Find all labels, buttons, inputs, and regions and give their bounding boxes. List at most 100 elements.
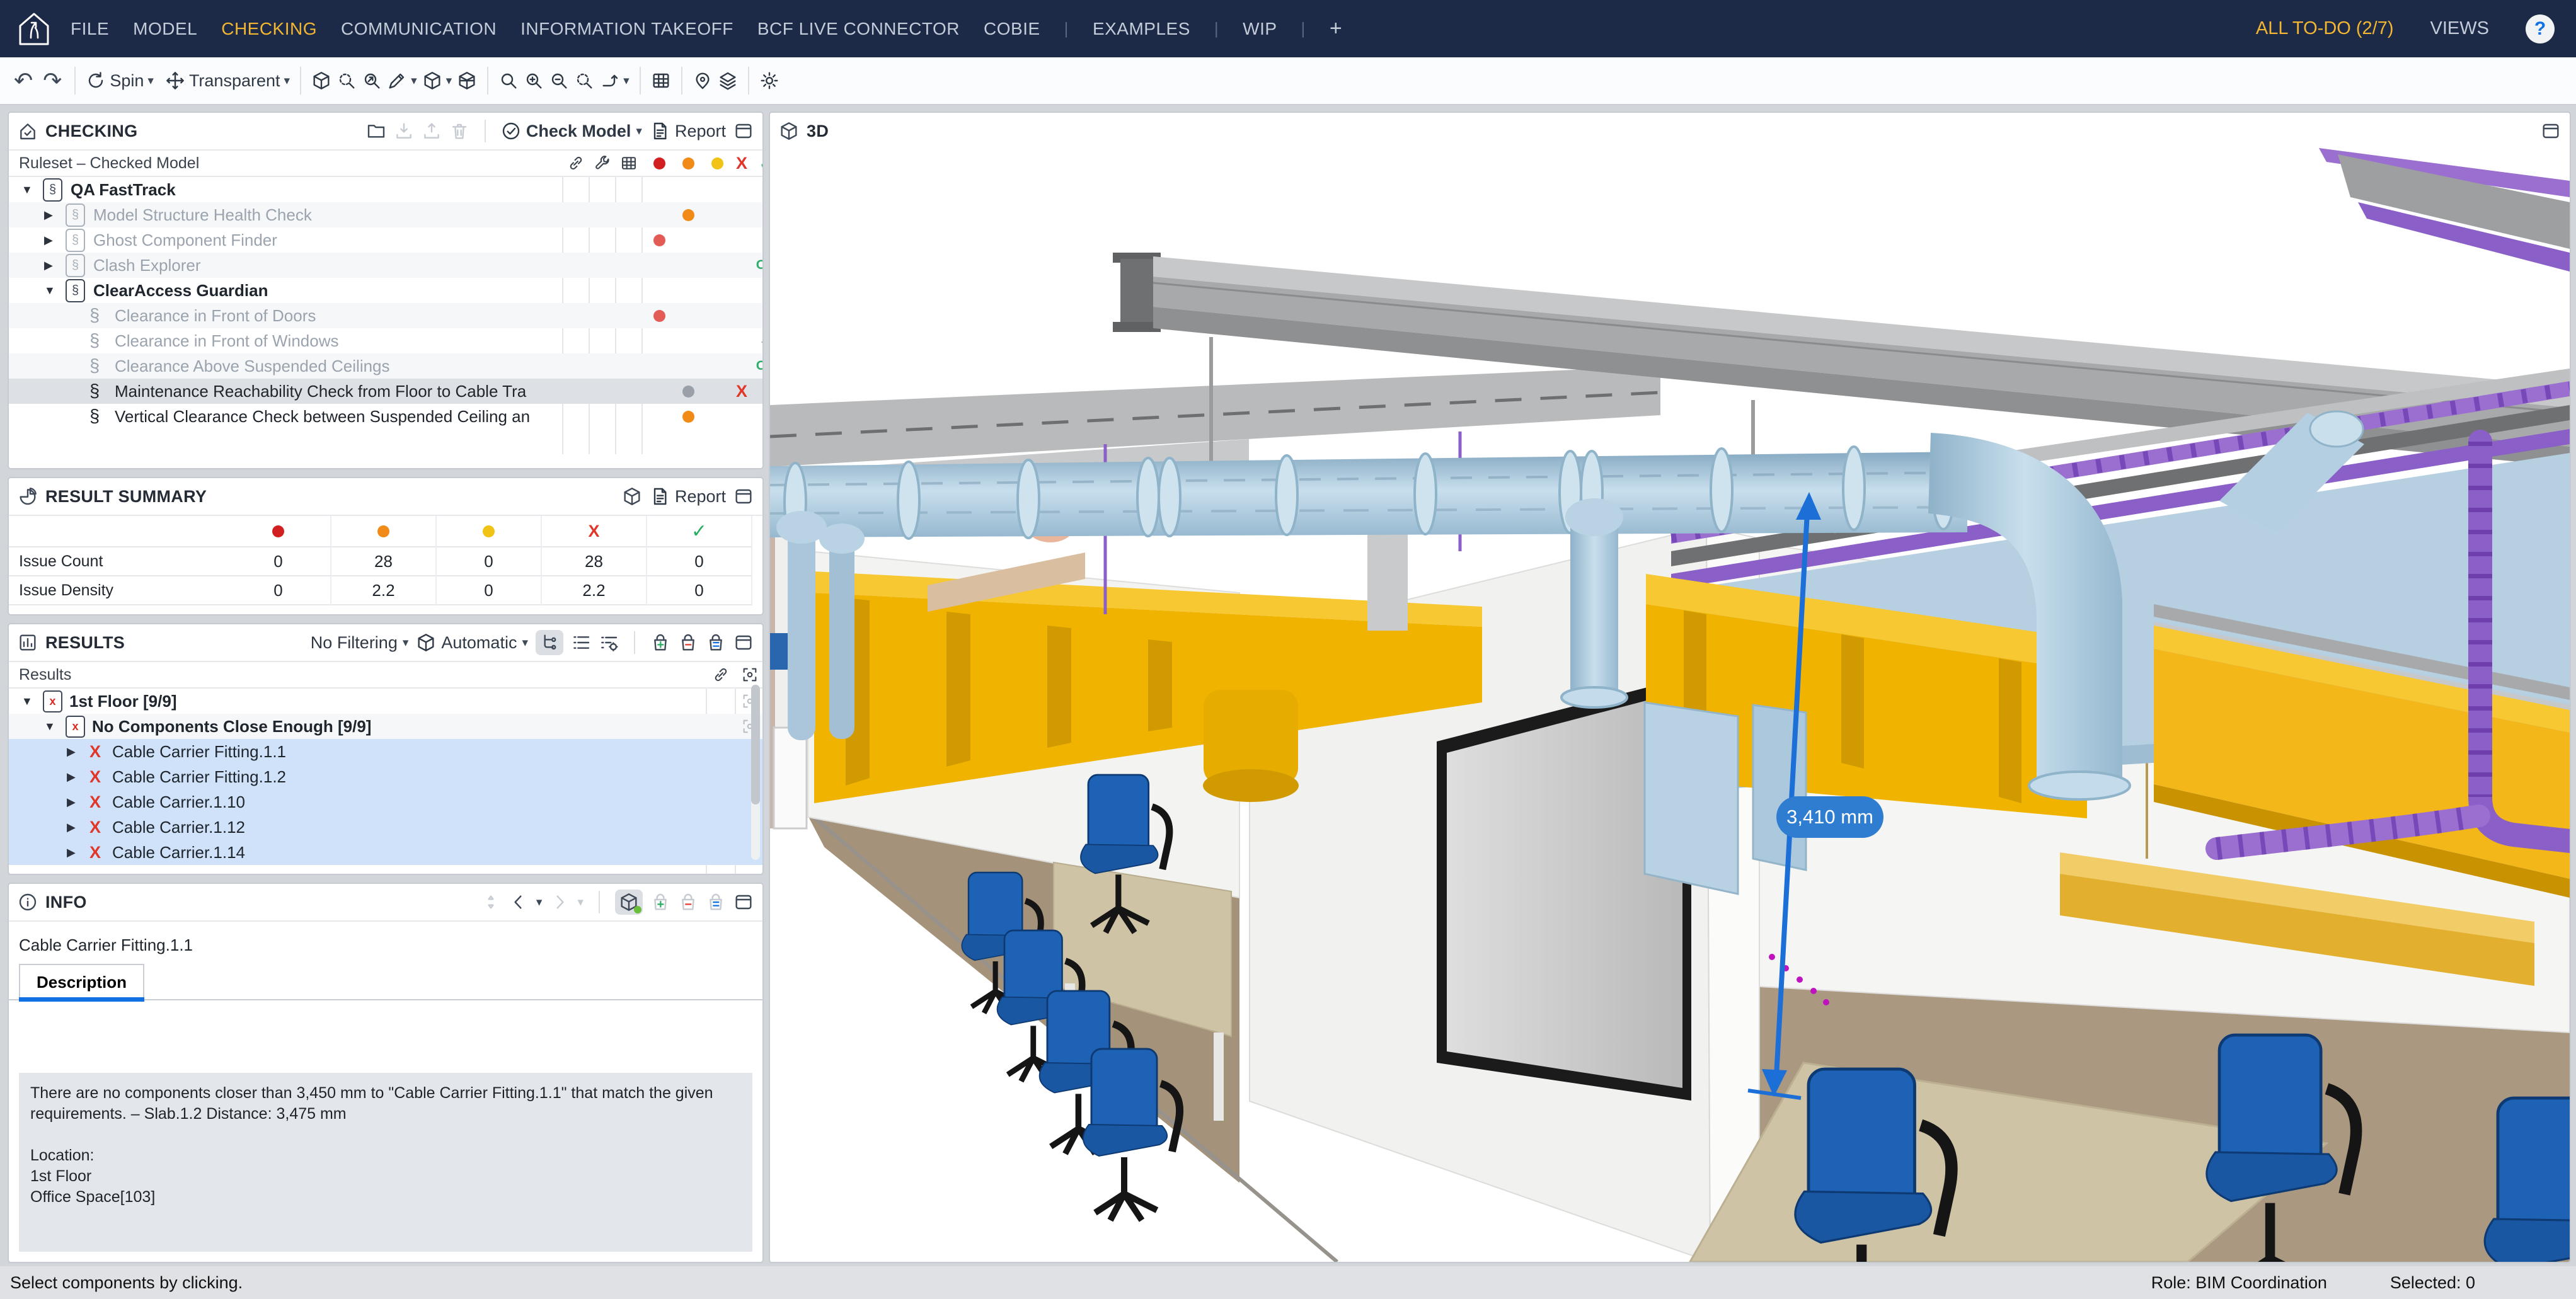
undo-button[interactable]: ↶ <box>9 67 38 94</box>
panel-title: RESULTS <box>45 633 125 653</box>
menu-file[interactable]: FILE <box>71 19 109 39</box>
zoom-extents-button[interactable] <box>498 71 519 91</box>
view-toolbar: ↶ ↷ Spin▾ Transparent▾ ▾ ▾ ▾ <box>0 57 2576 105</box>
result-item-row[interactable]: ▶XCable Carrier.1.14 <box>9 840 762 865</box>
delete-icon[interactable] <box>449 121 469 141</box>
remove-from-basket-button[interactable]: − <box>678 632 698 653</box>
results-panel: RESULTS No Filtering▾ Automatic▾ + − = R… <box>8 623 764 875</box>
import-icon[interactable] <box>394 121 414 141</box>
panel-layout-icon[interactable] <box>733 632 754 653</box>
help-button[interactable]: ? <box>2526 14 2555 43</box>
link-column-icon[interactable] <box>567 154 585 172</box>
zoom-out-button[interactable] <box>549 71 569 91</box>
rule-row[interactable]: ▶§Clash ExplorerOK <box>9 253 762 278</box>
report-button[interactable]: Report <box>650 121 726 141</box>
add-to-basket-button[interactable]: + <box>650 632 670 653</box>
storey-view-button[interactable] <box>651 71 671 91</box>
cell: 0 <box>647 576 752 605</box>
add-to-basket-button[interactable]: + <box>650 892 670 912</box>
rule-row[interactable]: §Clearance Above Suspended CeilingsOK <box>9 353 762 379</box>
open-ruleset-icon[interactable] <box>366 121 386 141</box>
menu-cobie[interactable]: COBIE <box>984 19 1040 39</box>
focus-column-icon[interactable] <box>741 666 759 684</box>
markup-pen-button[interactable]: ▾ <box>387 71 417 91</box>
result-item-row[interactable]: ▶XCable Carrier Fitting.1.2 <box>9 764 762 789</box>
panel-layout-icon[interactable] <box>733 121 754 141</box>
previous-icon[interactable] <box>509 892 529 912</box>
next-icon[interactable] <box>549 892 570 912</box>
views-button[interactable]: VIEWS <box>2430 18 2489 39</box>
panel-layout-icon[interactable] <box>733 486 754 506</box>
menu-wip[interactable]: WIP <box>1243 19 1277 39</box>
panel-title: CHECKING <box>45 122 137 141</box>
list-settings-icon[interactable] <box>599 632 619 653</box>
cell: 28 <box>331 547 437 576</box>
check-model-button[interactable]: Check Model▾ <box>501 121 642 141</box>
menu-communication[interactable]: COMMUNICATION <box>341 19 497 39</box>
rule-row[interactable]: ▼§ClearAccess Guardian <box>9 278 762 303</box>
rule-row[interactable]: §Clearance in Front of Windows– <box>9 328 762 353</box>
results-icon <box>18 632 38 653</box>
row-label: Issue Count <box>9 547 226 576</box>
redo-button[interactable]: ↷ <box>38 67 67 94</box>
top-menu-bar: FILE MODEL CHECKING COMMUNICATION INFORM… <box>0 0 2576 57</box>
result-group-row[interactable]: ▼xNo Components Close Enough [9/9] <box>9 714 762 739</box>
grouping-dropdown[interactable]: Automatic▾ <box>416 632 528 653</box>
set-basket-button[interactable]: = <box>706 632 726 653</box>
zoom-selection-button[interactable] <box>574 71 594 91</box>
export-icon[interactable] <box>422 121 442 141</box>
row-label: Issue Density <box>9 576 226 605</box>
show-in-3d-icon[interactable] <box>622 486 642 506</box>
rule-row[interactable]: §Vertical Clearance Check between Suspen… <box>9 404 762 429</box>
hide-component-button[interactable] <box>336 71 357 91</box>
layers-button[interactable] <box>718 71 738 91</box>
info-panel: INFO ▾ ▾ + − = Cable Carrier Fitting.1.1… <box>8 883 764 1263</box>
panel-layout-icon[interactable] <box>2541 121 2561 141</box>
rule-row[interactable]: §Clearance in Front of Doors <box>9 303 762 328</box>
menu-checking[interactable]: CHECKING <box>221 19 317 39</box>
menu-information-takeoff[interactable]: INFORMATION TAKEOFF <box>520 19 733 39</box>
rule-row[interactable]: ▼§QA FastTrack <box>9 177 762 202</box>
spin-mode-button[interactable]: Spin▾ <box>86 71 154 91</box>
results-scrollbar[interactable] <box>751 685 760 860</box>
walk-mode-button[interactable]: ▾ <box>599 71 630 91</box>
result-item-row[interactable]: ▶XCable Carrier.1.12 <box>9 815 762 840</box>
report-button[interactable]: Report <box>650 486 726 506</box>
sort-icon[interactable] <box>481 892 501 912</box>
tab-description[interactable]: Description <box>19 964 144 999</box>
grid-column-icon[interactable] <box>620 154 638 172</box>
rule-row-selected[interactable]: §Maintenance Reachability Check from Flo… <box>9 379 762 404</box>
menu-add-tab-button[interactable]: + <box>1330 16 1342 41</box>
show-all-button[interactable] <box>311 71 331 91</box>
3d-viewport[interactable]: 3,410 mm <box>770 148 2570 1262</box>
result-item-row[interactable]: ▶XCable Carrier Fitting.1.1 <box>9 739 762 764</box>
wrench-column-icon[interactable] <box>594 154 611 172</box>
highlight-in-3d-toggle[interactable] <box>615 890 643 915</box>
3d-settings-button[interactable] <box>759 71 779 91</box>
view-cube-button[interactable]: ▾ <box>422 71 452 91</box>
all-todo-counter[interactable]: ALL TO-DO (2/7) <box>2256 18 2394 39</box>
severity-yellow-icon <box>711 157 723 169</box>
rule-row[interactable]: ▶§Ghost Component Finder <box>9 227 762 253</box>
previous-dropdown-icon[interactable]: ▾ <box>536 895 543 910</box>
rule-row[interactable]: ▶§Model Structure Health Check <box>9 202 762 227</box>
filtering-dropdown[interactable]: No Filtering▾ <box>311 633 409 653</box>
menu-model[interactable]: MODEL <box>133 19 197 39</box>
locate-pin-button[interactable] <box>693 71 713 91</box>
list-view-toggle[interactable] <box>571 632 591 653</box>
tree-view-toggle[interactable] <box>536 630 563 655</box>
menu-bcf-live-connector[interactable]: BCF LIVE CONNECTOR <box>757 19 960 39</box>
remove-from-basket-button[interactable]: − <box>678 892 698 912</box>
section-box-button[interactable] <box>457 71 477 91</box>
isolate-button[interactable] <box>362 71 382 91</box>
result-summary-panel: RESULT SUMMARY Report X ✓ Issue Count 0 … <box>8 477 764 615</box>
result-item-row[interactable]: ▶XCable Carrier.1.10 <box>9 789 762 815</box>
set-basket-button[interactable]: = <box>706 892 726 912</box>
next-dropdown-icon[interactable]: ▾ <box>577 895 584 910</box>
menu-examples[interactable]: EXAMPLES <box>1093 19 1190 39</box>
transparent-mode-button[interactable]: Transparent▾ <box>165 71 290 91</box>
link-column-icon[interactable] <box>712 666 730 684</box>
panel-layout-icon[interactable] <box>733 892 754 912</box>
zoom-in-button[interactable] <box>524 71 544 91</box>
result-group-row[interactable]: ▼x1st Floor [9/9] <box>9 689 762 714</box>
